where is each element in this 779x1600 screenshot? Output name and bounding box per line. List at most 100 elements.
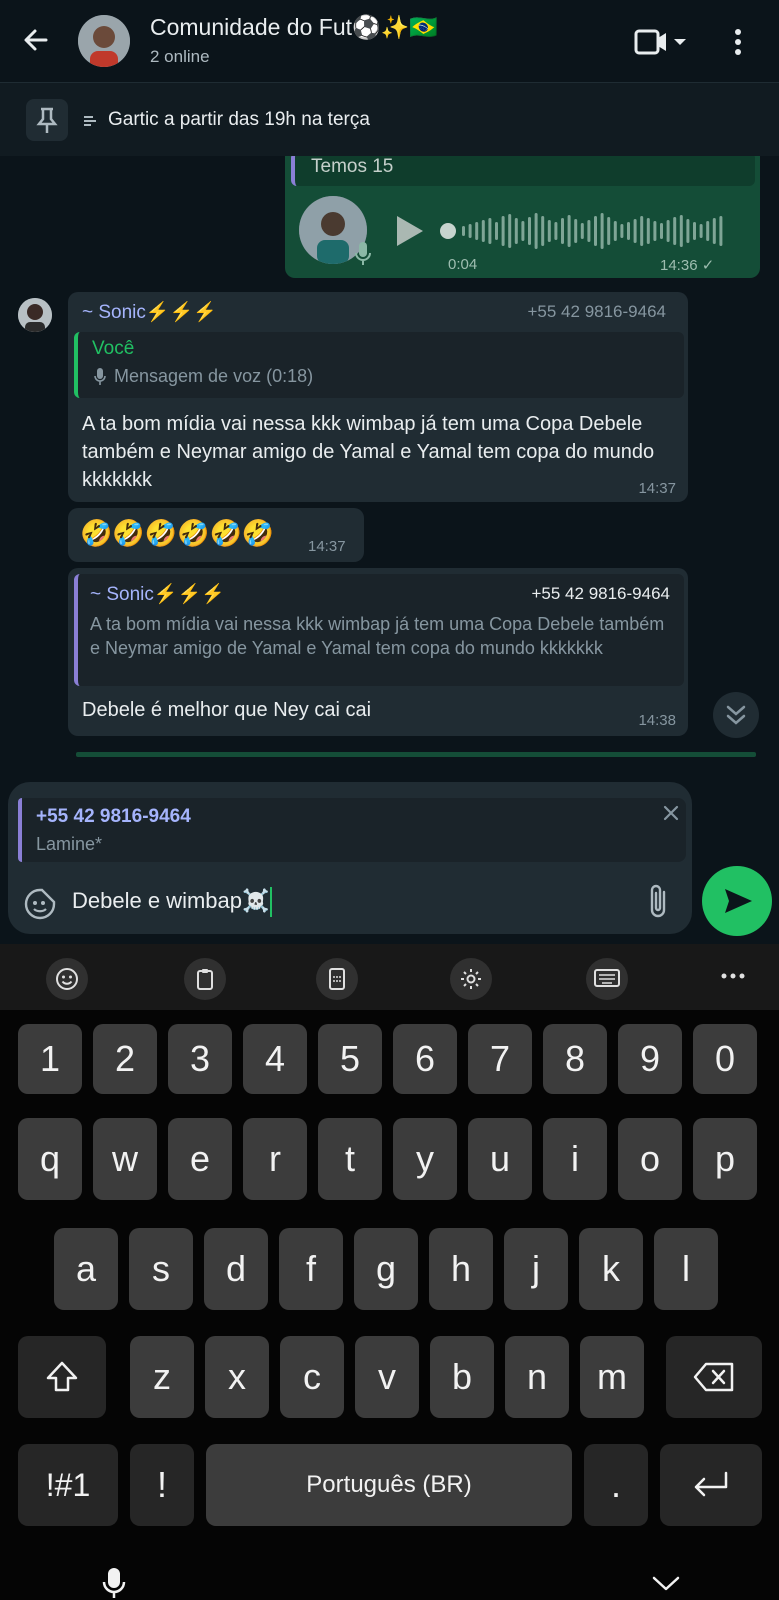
- close-reply-icon[interactable]: [662, 804, 680, 822]
- pin-icon[interactable]: [26, 99, 68, 141]
- key-f[interactable]: f: [279, 1228, 343, 1310]
- avatar-image: [78, 15, 130, 67]
- key-4[interactable]: 4: [243, 1024, 307, 1094]
- quoted-phone: +55 42 9816-9464: [531, 584, 671, 603]
- key-5[interactable]: 5: [318, 1024, 382, 1094]
- text-cursor: [270, 887, 273, 917]
- key-x[interactable]: x: [205, 1336, 269, 1418]
- key-m[interactable]: m: [580, 1336, 644, 1418]
- quoted-reply[interactable]: Você Mensagem de voz (0:18): [74, 332, 684, 398]
- keyboard-mode-button[interactable]: [586, 958, 628, 1000]
- quoted-reply[interactable]: Temos 15: [291, 156, 755, 186]
- key-9[interactable]: 9: [618, 1024, 682, 1094]
- group-avatar[interactable]: [78, 15, 130, 67]
- online-status: 2 online: [150, 47, 210, 66]
- backspace-icon: [693, 1362, 734, 1392]
- voice-input-icon[interactable]: [102, 1568, 126, 1598]
- message-time: 14:37: [308, 538, 346, 555]
- chat-title[interactable]: Comunidade do Fut⚽✨🇧🇷: [150, 14, 438, 41]
- space-key[interactable]: Português (BR): [206, 1444, 572, 1526]
- key-k[interactable]: k: [579, 1228, 643, 1310]
- message-text: 🤣🤣🤣🤣🤣🤣: [80, 518, 275, 548]
- quoted-reply[interactable]: ~ Sonic⚡⚡⚡ +55 42 9816-9464 A ta bom míd…: [74, 574, 684, 686]
- key-2[interactable]: 2: [93, 1024, 157, 1094]
- emoji-keyboard-button[interactable]: [46, 958, 88, 1000]
- sender-name[interactable]: ~ Sonic⚡⚡⚡: [82, 300, 217, 324]
- key-3[interactable]: 3: [168, 1024, 232, 1094]
- key-t[interactable]: t: [318, 1118, 382, 1200]
- send-button[interactable]: [702, 866, 772, 936]
- hide-keyboard-icon[interactable]: [652, 1576, 680, 1592]
- quoted-text: A ta bom mídia vai nessa kkk wimbap já t…: [90, 614, 665, 658]
- exclamation-key[interactable]: !: [130, 1444, 194, 1526]
- clipboard-button[interactable]: [184, 958, 226, 1000]
- outgoing-voice-message[interactable]: Temos 15 0:04 14:36 ✓: [285, 156, 760, 278]
- keyboard-toolbar: [0, 944, 779, 1010]
- key-r[interactable]: r: [243, 1118, 307, 1200]
- play-icon[interactable]: [395, 214, 425, 248]
- sender-avatar[interactable]: [18, 298, 52, 332]
- key-d[interactable]: d: [204, 1228, 268, 1310]
- sticker-icon[interactable]: [24, 888, 56, 920]
- key-u[interactable]: u: [468, 1118, 532, 1200]
- key-z[interactable]: z: [130, 1336, 194, 1418]
- key-h[interactable]: h: [429, 1228, 493, 1310]
- key-y[interactable]: y: [393, 1118, 457, 1200]
- key-g[interactable]: g: [354, 1228, 418, 1310]
- key-0[interactable]: 0: [693, 1024, 757, 1094]
- waveform-bar: [673, 217, 677, 245]
- keyboard-settings-button[interactable]: [450, 958, 492, 1000]
- key-w[interactable]: w: [93, 1118, 157, 1200]
- key-a[interactable]: a: [54, 1228, 118, 1310]
- message-time: 14:37: [638, 480, 676, 497]
- key-o[interactable]: o: [618, 1118, 682, 1200]
- send-icon: [725, 889, 752, 913]
- backspace-key[interactable]: [666, 1336, 762, 1418]
- waveform-bar: [475, 222, 479, 240]
- attach-icon[interactable]: [646, 882, 672, 922]
- reply-preview[interactable]: +55 42 9816-9464 Lamine*: [18, 798, 686, 862]
- key-i[interactable]: i: [543, 1118, 607, 1200]
- incoming-message[interactable]: ~ Sonic⚡⚡⚡ +55 42 9816-9464 Você Mensage…: [68, 292, 688, 502]
- key-j[interactable]: j: [504, 1228, 568, 1310]
- waveform-bar: [646, 218, 650, 244]
- voice-duration: 0:04: [448, 256, 478, 273]
- shift-icon: [46, 1361, 78, 1392]
- key-e[interactable]: e: [168, 1118, 232, 1200]
- period-key[interactable]: .: [584, 1444, 648, 1526]
- message-input[interactable]: Debele e wimbap☠️: [72, 887, 273, 917]
- shift-key[interactable]: [18, 1336, 106, 1418]
- key-6[interactable]: 6: [393, 1024, 457, 1094]
- key-v[interactable]: v: [355, 1336, 419, 1418]
- message-input-value: Debele e wimbap☠️: [72, 887, 270, 913]
- key-1[interactable]: 1: [18, 1024, 82, 1094]
- symbols-key[interactable]: !#1: [18, 1444, 118, 1526]
- waveform-bar: [693, 222, 696, 240]
- key-8[interactable]: 8: [543, 1024, 607, 1094]
- key-q[interactable]: q: [18, 1118, 82, 1200]
- waveform-bar: [547, 220, 551, 242]
- more-options-icon[interactable]: [732, 26, 744, 58]
- incoming-emoji-message[interactable]: 🤣🤣🤣🤣🤣🤣 14:37: [68, 508, 364, 562]
- enter-key[interactable]: [660, 1444, 762, 1526]
- key-7[interactable]: 7: [468, 1024, 532, 1094]
- scroll-down-button[interactable]: [713, 692, 759, 738]
- waveform-bar: [534, 213, 538, 249]
- waveform-bar: [528, 217, 531, 245]
- message-time: 14:36 ✓: [660, 257, 715, 274]
- back-arrow-icon[interactable]: [18, 22, 54, 58]
- key-b[interactable]: b: [430, 1336, 494, 1418]
- more-horizontal-icon[interactable]: [720, 972, 746, 980]
- key-s[interactable]: s: [129, 1228, 193, 1310]
- chat-header: Comunidade do Fut⚽✨🇧🇷 2 online: [0, 0, 779, 82]
- keypad-button[interactable]: [316, 958, 358, 1000]
- key-n[interactable]: n: [505, 1336, 569, 1418]
- chat-area[interactable]: Temos 15 0:04 14:36 ✓ ~ Sonic⚡⚡⚡ +55 42 …: [0, 156, 779, 778]
- video-call-icon[interactable]: [632, 26, 696, 58]
- key-l[interactable]: l: [654, 1228, 718, 1310]
- voice-waveform[interactable]: [440, 206, 730, 256]
- key-p[interactable]: p: [693, 1118, 757, 1200]
- key-c[interactable]: c: [280, 1336, 344, 1418]
- incoming-reply-message[interactable]: ~ Sonic⚡⚡⚡ +55 42 9816-9464 A ta bom míd…: [68, 568, 688, 736]
- pinned-message-bar[interactable]: Gartic a partir das 19h na terça: [0, 82, 779, 158]
